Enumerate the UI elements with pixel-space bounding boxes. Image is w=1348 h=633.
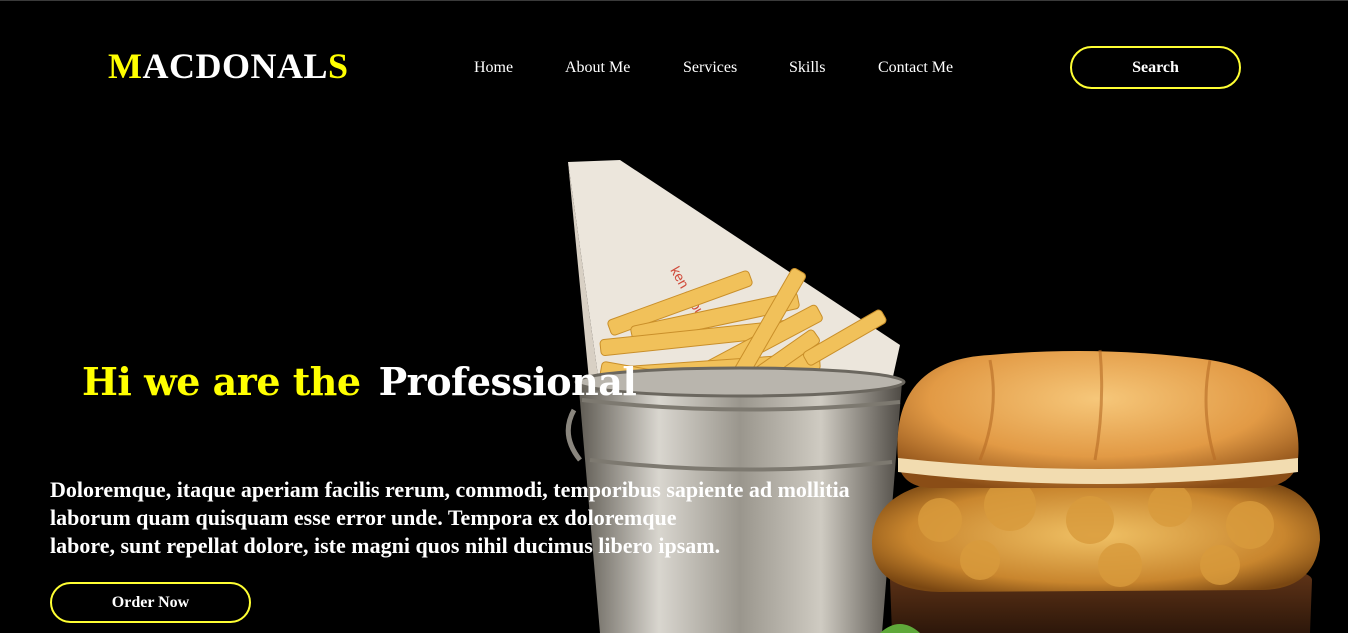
logo-last-letter: S xyxy=(328,46,349,86)
hero-title: Hi we are the Professional xyxy=(82,359,637,404)
nav-skills[interactable]: Skills xyxy=(789,58,825,78)
hero-description-line: labore, sunt repellat dolore, iste magni… xyxy=(50,533,721,558)
logo-first-letter: M xyxy=(108,46,143,86)
search-button[interactable]: Search xyxy=(1070,46,1241,89)
nav-about-me[interactable]: About Me xyxy=(565,58,630,78)
logo[interactable]: MACDONALS xyxy=(108,46,349,86)
hero-description-line: Doloremque, itaque aperiam facilis rerum… xyxy=(50,477,850,502)
hero-title-rest: Professional xyxy=(378,359,637,404)
nav-services[interactable]: Services xyxy=(683,58,737,78)
nav-home[interactable]: Home xyxy=(474,58,513,78)
hero-food-image: ken & bur xyxy=(565,160,1320,633)
logo-middle: ACDONAL xyxy=(142,46,328,86)
nav-contact-me[interactable]: Contact Me xyxy=(878,58,953,78)
order-now-button[interactable]: Order Now xyxy=(50,582,251,623)
hero-description: Doloremque, itaque aperiam facilis rerum… xyxy=(50,476,970,560)
hero-description-line: laborum quam quisquam esse error unde. T… xyxy=(50,505,677,530)
hero-title-highlight: Hi we are the xyxy=(82,359,361,404)
top-border xyxy=(0,0,1348,1)
